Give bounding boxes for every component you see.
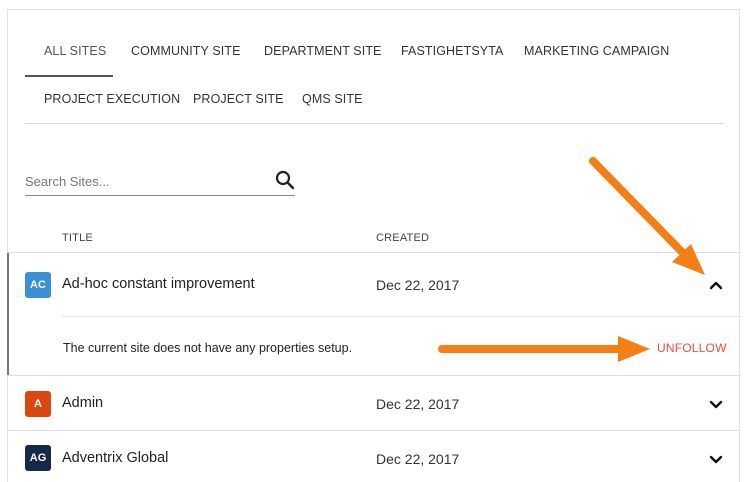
avatar: AG	[25, 445, 51, 471]
row-divider	[7, 375, 741, 376]
tabs-divider	[25, 123, 724, 124]
site-created-date: Dec 22, 2017	[376, 277, 460, 293]
tab-community-site[interactable]: COMMUNITY SITE	[131, 44, 241, 58]
expanded-row-indicator	[7, 253, 9, 375]
search-input[interactable]	[25, 170, 265, 192]
chevron-down-icon[interactable]	[708, 398, 724, 410]
avatar: AC	[25, 272, 51, 298]
search-box	[25, 166, 295, 196]
tab-marketing-campaign[interactable]: MARKETING CAMPAIGN	[524, 44, 669, 58]
site-title[interactable]: Ad-hoc constant improvement	[62, 276, 255, 292]
site-created-date: Dec 22, 2017	[376, 396, 460, 412]
properties-message: The current site does not have any prope…	[63, 341, 353, 355]
tab-project-execution[interactable]: PROJECT EXECUTION	[44, 92, 180, 106]
tab-qms-site[interactable]: QMS SITE	[302, 92, 363, 106]
site-created-date: Dec 22, 2017	[376, 451, 460, 467]
row-divider	[7, 430, 741, 431]
avatar: A	[25, 391, 51, 417]
search-icon[interactable]	[275, 170, 295, 190]
unfollow-button[interactable]: UNFOLLOW	[657, 341, 727, 355]
chevron-down-icon[interactable]	[708, 453, 724, 465]
row-divider	[7, 252, 741, 253]
column-header-created[interactable]: CREATED	[376, 232, 429, 244]
site-title[interactable]: Adventrix Global	[62, 450, 168, 466]
tab-project-site[interactable]: PROJECT SITE	[193, 92, 284, 106]
tab-department-site[interactable]: DEPARTMENT SITE	[264, 44, 382, 58]
sites-panel	[7, 9, 740, 482]
column-header-title[interactable]: TITLE	[62, 232, 93, 244]
detail-divider	[62, 316, 741, 317]
site-title[interactable]: Admin	[62, 395, 103, 411]
chevron-up-icon[interactable]	[708, 279, 724, 291]
tab-fastighetsyta[interactable]: FASTIGHETSYTA	[401, 44, 503, 58]
active-tab-indicator	[25, 75, 113, 77]
tab-all-sites[interactable]: ALL SITES	[44, 44, 106, 58]
